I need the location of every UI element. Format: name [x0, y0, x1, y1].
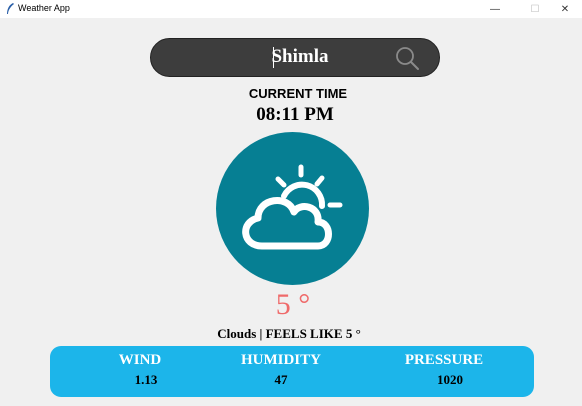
title-bar: Weather App — ☐ ✕	[0, 0, 582, 18]
feather-icon	[7, 3, 14, 14]
current-time-label: CURRENT TIME	[248, 86, 348, 101]
wind-value: 1.13	[134, 372, 158, 387]
condition-feels-like: Clouds | FEELS LIKE 5 °	[217, 326, 361, 341]
pressure-stat: PRESSURE 1020	[389, 352, 499, 390]
wind-label: WIND	[118, 352, 162, 368]
current-time-value: 08:11 PM	[256, 104, 334, 125]
search-icon[interactable]	[394, 45, 420, 71]
pressure-label: PRESSURE	[404, 352, 484, 368]
humidity-stat: HUMIDITY 47	[226, 352, 336, 390]
partly-cloudy-icon	[242, 164, 343, 250]
humidity-value: 47	[274, 372, 288, 387]
maximize-button[interactable]: ☐	[518, 0, 552, 18]
minimize-button[interactable]: —	[478, 0, 512, 18]
pressure-value: 1020	[437, 372, 463, 387]
close-button[interactable]: ✕	[548, 0, 582, 18]
humidity-label: HUMIDITY	[240, 352, 321, 368]
wind-stat: WIND 1.13	[85, 352, 195, 390]
window-title: Weather App	[18, 3, 70, 13]
text-caret	[273, 47, 274, 68]
search-input[interactable]	[210, 44, 390, 70]
temperature: 5 °	[275, 288, 311, 321]
